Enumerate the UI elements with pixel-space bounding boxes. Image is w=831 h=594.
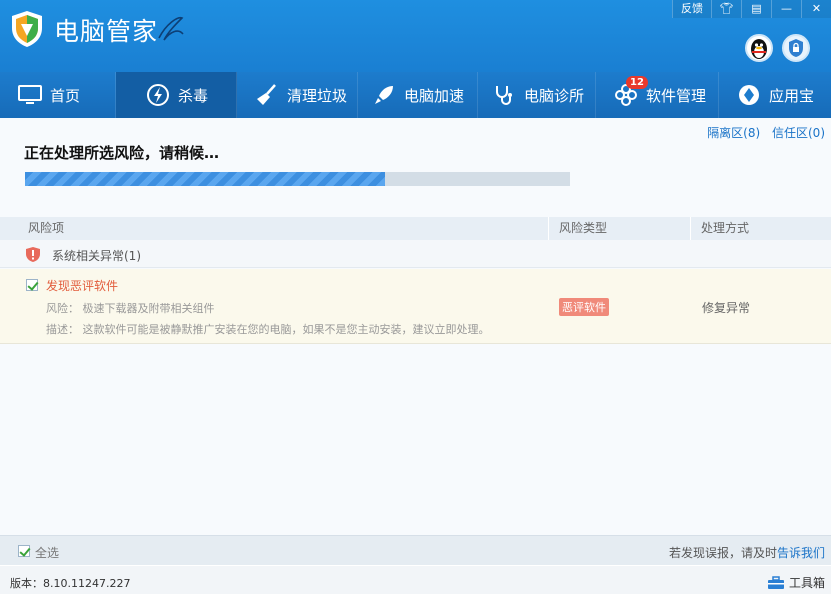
quarantine-link[interactable]: 隔离区(8) [707, 126, 760, 140]
nav-label: 应用宝 [769, 86, 815, 105]
progress-fill [25, 172, 385, 186]
nav-label: 首页 [50, 86, 81, 105]
app-title: 电脑管家 [54, 17, 159, 46]
toolbox-icon [767, 575, 784, 589]
item-description: 描述： 这款软件可能是被静默推广安装在您的电脑，如果不是您主动安装，建议立即处理… [46, 323, 490, 336]
skin-icon[interactable]: 👕︎ [711, 0, 741, 18]
tell-us-link[interactable]: 告诉我们 [777, 546, 825, 560]
nav-app-store[interactable]: 应用宝 [719, 72, 831, 118]
nav-speedup[interactable]: 电脑加速 [358, 72, 478, 118]
trust-link[interactable]: 信任区(0) [772, 126, 825, 140]
nav-label: 电脑加速 [404, 86, 465, 105]
risk-type-tag: 恶评软件 [559, 298, 609, 316]
risk-group-row[interactable]: 系统相关异常(1) [0, 240, 831, 268]
item-checkbox[interactable] [26, 279, 38, 291]
status-bar: 版本：8.10.11247.227 工具箱 [0, 566, 831, 594]
toolbox-button[interactable]: 工具箱 [767, 574, 825, 591]
nav-home[interactable]: 首页 [0, 72, 116, 118]
zone-links: 隔离区(8) 信任区(0) [699, 124, 825, 141]
column-action: 处理方式 [690, 217, 749, 240]
close-icon[interactable]: ✕ [801, 0, 831, 18]
select-all-checkbox[interactable] [18, 545, 30, 557]
nav-label: 清理垃圾 [287, 86, 348, 105]
nav-antivirus[interactable]: 杀毒 [116, 72, 237, 118]
nav-label: 杀毒 [178, 86, 209, 105]
item-title: 发现恶评软件 [46, 279, 119, 293]
feedback-text: 若发现误报，请及时 [668, 546, 777, 560]
nav-label: 软件管理 [646, 86, 707, 105]
lightning-shield-icon [147, 84, 169, 106]
tencent-shield-logo-icon [12, 11, 42, 47]
column-risk-item: 风险项 [28, 221, 65, 235]
false-positive-feedback: 若发现误报，请及时告诉我们 [669, 544, 825, 561]
warning-shield-icon [26, 247, 40, 262]
nav-software[interactable]: 12 软件管理 [596, 72, 719, 118]
nav-label: 电脑诊所 [524, 86, 585, 105]
main-nav: 首页 杀毒 清理垃圾 电脑加速 电脑诊所 12 软件管理 应用宝 [0, 72, 831, 118]
qq-avatar[interactable] [745, 34, 773, 62]
action-text: 修复异常 [702, 301, 751, 315]
penguin-icon [751, 39, 767, 59]
account-security-button[interactable] [782, 34, 810, 62]
nav-clinic[interactable]: 电脑诊所 [478, 72, 596, 118]
version-label: 版本：8.10.11247.227 [10, 577, 131, 590]
window-controls: 反馈 👕︎ ▤ — ✕ [672, 0, 831, 18]
app-store-icon [739, 85, 759, 105]
notification-badge: 12 [626, 76, 648, 89]
processing-status: 正在处理所选风险，请稍候… [24, 144, 220, 162]
column-risk-type: 风险类型 [548, 217, 607, 240]
signature-swoosh-icon [158, 16, 184, 41]
item-risk: 风险： 极速下载器及附带相关组件 [46, 302, 215, 315]
nav-clean[interactable]: 清理垃圾 [237, 72, 358, 118]
scan-result-panel: 隔离区(8) 信任区(0) 正在处理所选风险，请稍候… 风险项 风险类型 处理方… [0, 118, 831, 565]
menu-icon[interactable]: ▤ [741, 0, 771, 18]
selection-bar: 全选 若发现误报，请及时告诉我们 [0, 535, 831, 565]
group-label: 系统相关异常(1) [52, 249, 141, 263]
progress-bar [25, 172, 570, 186]
list-header: 风险项 风险类型 处理方式 [0, 217, 831, 240]
broom-icon [257, 84, 276, 105]
shield-lock-icon [789, 39, 803, 57]
toolbox-label: 工具箱 [788, 576, 825, 590]
stethoscope-icon [496, 86, 512, 105]
select-all-label[interactable]: 全选 [35, 544, 59, 561]
title-bar: 电脑管家 反馈 👕︎ ▤ — ✕ [0, 0, 831, 72]
monitor-icon [18, 85, 42, 104]
minimize-icon[interactable]: — [771, 0, 801, 18]
risk-item-row[interactable]: 发现恶评软件 风险： 极速下载器及附带相关组件 描述： 这款软件可能是被静默推广… [0, 269, 831, 344]
rocket-icon [375, 86, 393, 104]
feedback-button[interactable]: 反馈 [672, 0, 711, 18]
